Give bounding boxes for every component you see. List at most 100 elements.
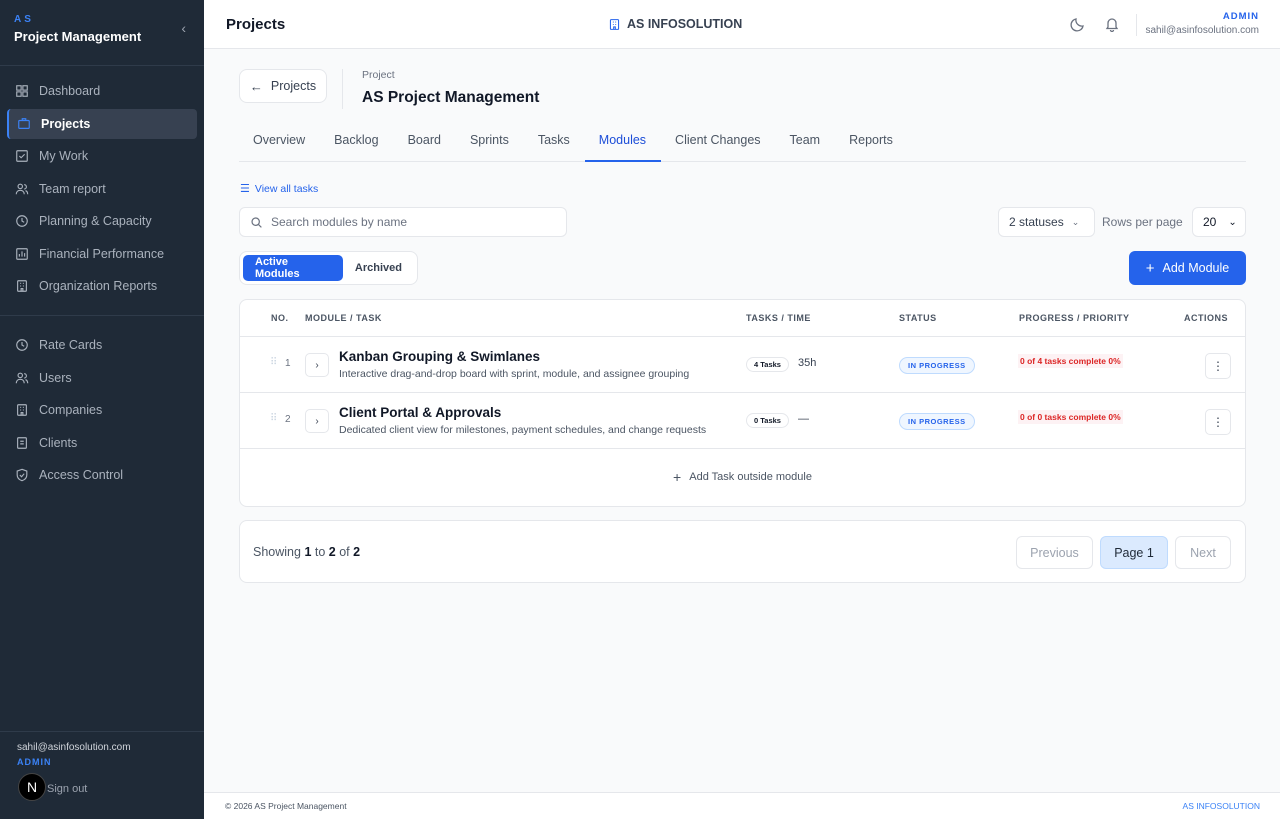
add-module-button[interactable]: + Add Module xyxy=(1129,251,1246,285)
tab-modules[interactable]: Modules xyxy=(584,123,662,162)
sidebar-item-users[interactable]: Users xyxy=(7,363,197,393)
sidebar-item-projects[interactable]: Projects xyxy=(7,108,197,139)
sidebar-item-label: Planning & Capacity xyxy=(39,214,152,228)
user-role: ADMIN xyxy=(1222,11,1259,22)
moon-icon[interactable] xyxy=(1070,16,1086,32)
row-number: 1 xyxy=(285,358,291,369)
sidebar-item-rate-cards[interactable]: Rate Cards xyxy=(7,330,197,360)
row-number: 2 xyxy=(285,414,291,425)
tab-client-changes[interactable]: Client Changes xyxy=(661,123,775,162)
copyright: © 2026 AS Project Management xyxy=(225,801,347,811)
sidebar-item-planning[interactable]: Planning & Capacity xyxy=(7,206,197,236)
active-modules-button[interactable]: Active Modules xyxy=(243,255,343,281)
module-title[interactable]: Client Portal & Approvals xyxy=(339,405,501,420)
check-square-icon xyxy=(15,149,29,163)
tab-sprints[interactable]: Sprints xyxy=(456,123,524,162)
footer-brand: AS INFOSOLUTION xyxy=(1182,801,1260,811)
status-filter-label: 2 statuses xyxy=(1009,215,1064,229)
module-title[interactable]: Kanban Grouping & Swimlanes xyxy=(339,349,540,364)
header-divider xyxy=(342,69,343,109)
view-all-label: View all tasks xyxy=(254,182,319,195)
brand: AS Project Management ‹ xyxy=(0,0,204,66)
topbar-divider xyxy=(1136,14,1137,36)
add-module-label: Add Module xyxy=(1162,261,1230,275)
add-task-label: Add Task outside module xyxy=(689,471,812,483)
showing-from: 1 xyxy=(304,545,312,559)
clock-icon xyxy=(15,214,29,228)
tab-reports[interactable]: Reports xyxy=(835,123,908,162)
showing-of-word: of xyxy=(339,545,350,559)
module-description: Interactive drag-and-drop board with spr… xyxy=(339,368,690,380)
user-role: ADMIN xyxy=(17,757,52,767)
tab-board[interactable]: Board xyxy=(394,123,456,162)
tab-team[interactable]: Team xyxy=(776,123,836,162)
sidebar-item-dashboard[interactable]: Dashboard xyxy=(7,76,197,106)
chevron-left-icon[interactable]: ‹ xyxy=(181,20,186,36)
more-vertical-icon[interactable]: ⋮ xyxy=(1205,409,1231,435)
chevron-right-icon[interactable]: › xyxy=(305,409,329,433)
sidebar-item-label: Rate Cards xyxy=(39,338,103,352)
tab-overview[interactable]: Overview xyxy=(239,123,320,162)
chart-icon xyxy=(15,247,29,261)
view-all-tasks-link[interactable]: ☰ View all tasks xyxy=(240,182,319,196)
clock-icon xyxy=(15,338,29,352)
column-header-status: STATUS xyxy=(899,313,937,323)
shield-icon xyxy=(15,468,29,482)
table-row[interactable]: ⠿ 1 › Kanban Grouping & Swimlanes Intera… xyxy=(240,337,1245,393)
tab-backlog[interactable]: Backlog xyxy=(320,123,393,162)
chevron-down-icon: ⌄ xyxy=(1071,216,1080,227)
sidebar-item-team-report[interactable]: Team report xyxy=(7,174,197,204)
column-header-no: NO. xyxy=(271,313,289,323)
sidebar-item-my-work[interactable]: My Work xyxy=(7,141,197,171)
current-page-button[interactable]: Page 1 xyxy=(1100,536,1168,569)
rows-per-page-select[interactable]: 20 ⌄ xyxy=(1192,207,1246,237)
sidebar-item-label: Dashboard xyxy=(39,84,101,98)
sidebar-item-companies[interactable]: Companies xyxy=(7,395,197,425)
modules-table: NO. MODULE / TASK TASKS / TIME STATUS PR… xyxy=(239,299,1246,507)
status-filter-dropdown[interactable]: 2 statuses ⌄ xyxy=(998,207,1095,237)
drag-handle-icon[interactable]: ⠿ xyxy=(270,413,277,424)
users-icon xyxy=(15,371,29,385)
search-input[interactable] xyxy=(271,215,551,229)
status-badge[interactable]: IN PROGRESS xyxy=(899,357,975,374)
user-email: sahil@asinfosolution.com xyxy=(17,742,131,753)
users-icon xyxy=(15,182,29,196)
search-icon xyxy=(251,216,262,228)
briefcase-icon xyxy=(17,117,31,131)
sidebar-item-label: Financial Performance xyxy=(39,246,165,261)
previous-page-button[interactable]: Previous xyxy=(1016,536,1093,569)
chevron-down-icon: ⌄ xyxy=(1228,216,1237,228)
sidebar-item-label: Organization Reports xyxy=(39,279,158,293)
more-vertical-icon[interactable]: ⋮ xyxy=(1205,353,1231,379)
bell-icon[interactable] xyxy=(1104,16,1120,33)
project-label: Project xyxy=(362,69,395,81)
chevron-right-icon[interactable]: › xyxy=(305,353,329,377)
document-icon xyxy=(15,436,29,450)
table-header: NO. MODULE / TASK TASKS / TIME STATUS PR… xyxy=(240,300,1245,337)
showing-to: 2 xyxy=(328,545,336,559)
sidebar-item-access-control[interactable]: Access Control xyxy=(7,460,197,490)
sidebar-item-org-reports[interactable]: Organization Reports xyxy=(7,271,197,301)
status-badge[interactable]: IN PROGRESS xyxy=(899,413,975,430)
plus-icon: + xyxy=(673,469,682,485)
progress-text: 0 of 0 tasks complete 0% xyxy=(1018,410,1123,424)
sidebar-item-label: Projects xyxy=(41,116,91,131)
project-tabs: Overview Backlog Board Sprints Tasks Mod… xyxy=(239,123,1246,162)
tab-tasks[interactable]: Tasks xyxy=(524,123,585,162)
project-name: AS Project Management xyxy=(362,89,540,106)
sidebar-item-clients[interactable]: Clients xyxy=(7,428,197,458)
drag-handle-icon[interactable]: ⠿ xyxy=(270,357,277,368)
avatar[interactable]: N xyxy=(18,773,46,801)
add-task-outside-module-button[interactable]: + Add Task outside module xyxy=(240,449,1245,505)
table-row[interactable]: ⠿ 2 › Client Portal & Approvals Dedicate… xyxy=(240,393,1245,449)
building-icon xyxy=(15,403,29,417)
sidebar-nav: Dashboard Projects My Work Team report P… xyxy=(0,66,204,503)
plus-icon: + xyxy=(1145,259,1155,277)
time-value: — xyxy=(798,413,809,425)
building-icon xyxy=(15,279,29,293)
nav-divider xyxy=(0,315,204,316)
next-page-button[interactable]: Next xyxy=(1175,536,1231,569)
archived-modules-button[interactable]: Archived xyxy=(343,255,414,281)
sidebar-item-financial[interactable]: Financial Performance xyxy=(7,239,197,269)
back-to-projects-button[interactable]: ← Projects xyxy=(239,69,327,103)
